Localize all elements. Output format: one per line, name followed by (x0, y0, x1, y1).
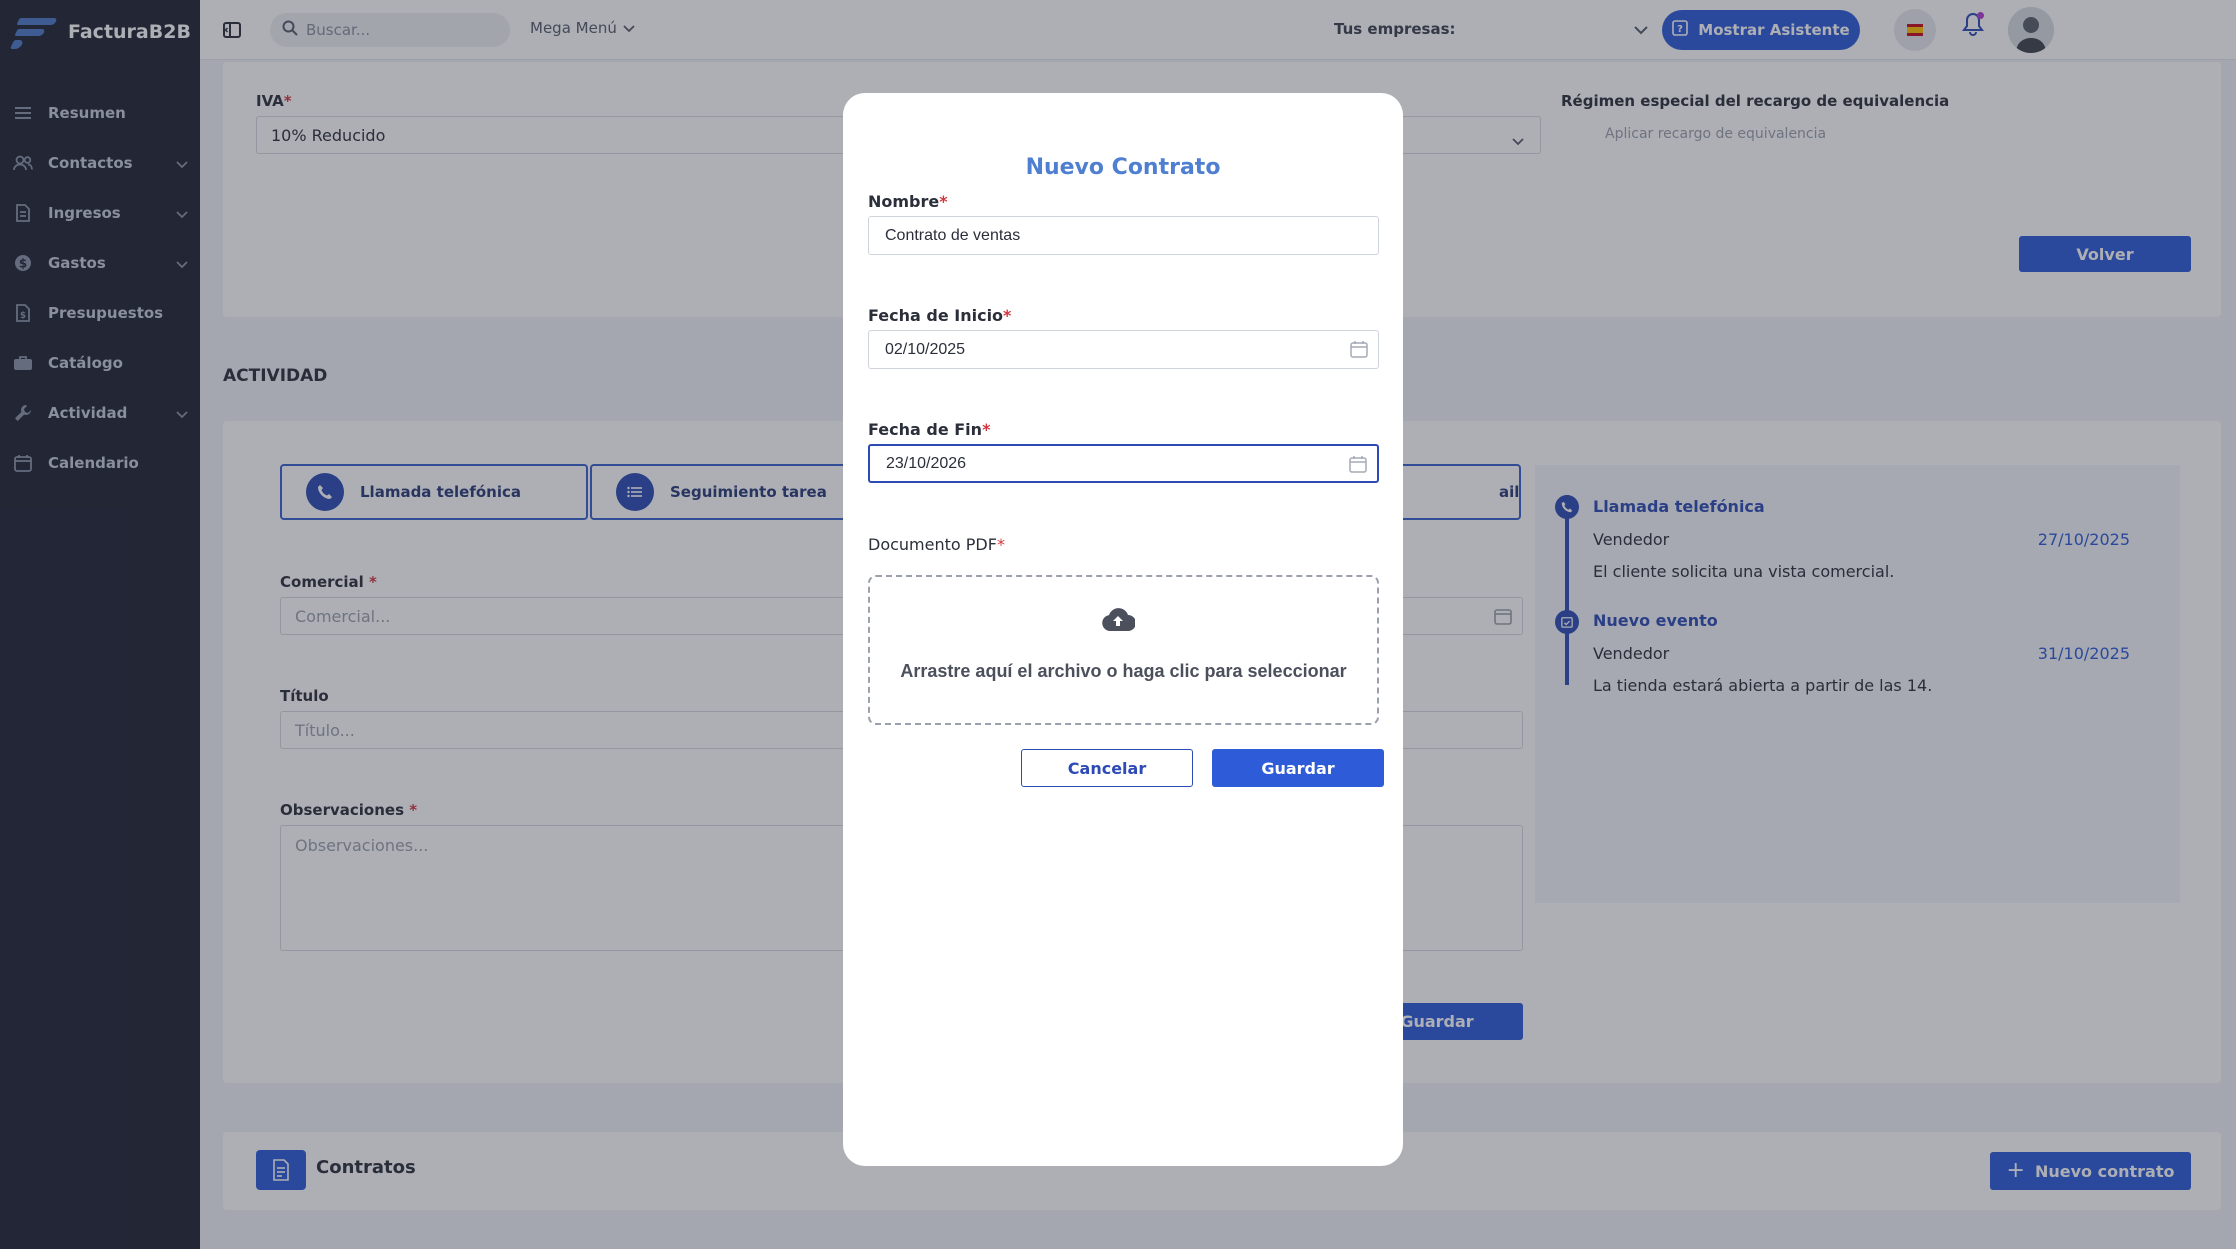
dropzone-text: Arrastre aquí el archivo o haga clic par… (900, 661, 1347, 681)
nombre-input[interactable]: Contrato de ventas (868, 216, 1379, 255)
fecha-inicio-input[interactable]: 02/10/2025 (868, 330, 1379, 369)
fecha-fin-label: Fecha de Fin* (868, 420, 991, 439)
fecha-inicio-label: Fecha de Inicio* (868, 306, 1012, 325)
fecha-fin-input[interactable]: 23/10/2026 (868, 444, 1379, 483)
nombre-label: Nombre* (868, 192, 948, 211)
pdf-dropzone[interactable]: Arrastre aquí el archivo o haga clic par… (868, 575, 1379, 725)
save-button[interactable]: Guardar (1212, 749, 1384, 787)
modal-title: Nuevo Contrato (1025, 155, 1221, 180)
cancel-button[interactable]: Cancelar (1021, 749, 1193, 787)
documento-label: Documento PDF* (868, 535, 1005, 554)
calendar-icon[interactable] (1350, 340, 1368, 363)
cloud-upload-icon (1101, 607, 1136, 637)
calendar-icon[interactable] (1349, 455, 1367, 478)
nuevo-contrato-modal: Nuevo Contrato Nombre* Contrato de venta… (843, 93, 1403, 1166)
